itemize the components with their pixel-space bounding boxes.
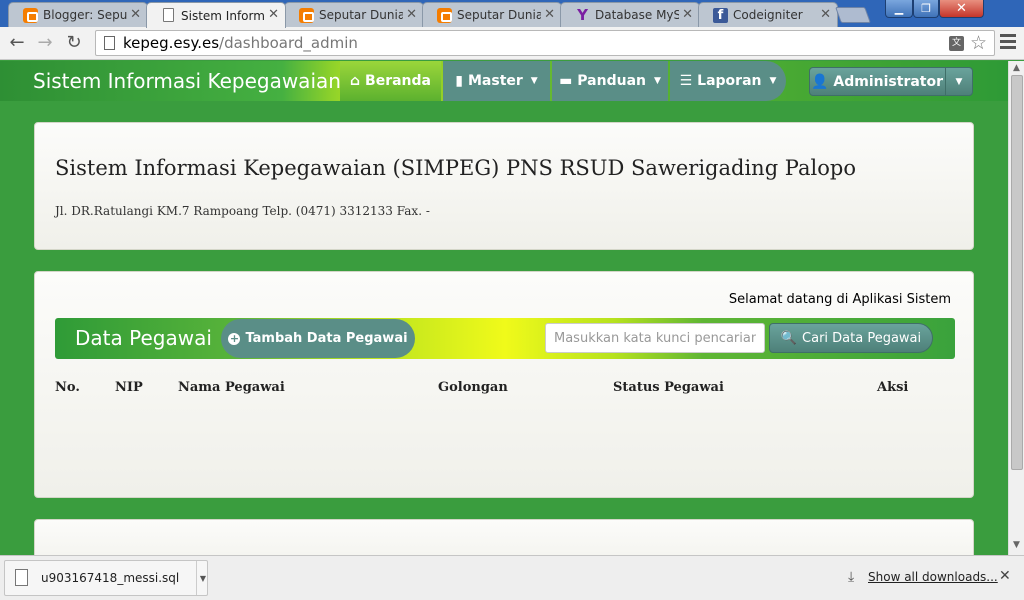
download-arrow-icon: ⤓ xyxy=(848,569,855,585)
column-header-no: No. xyxy=(55,380,80,395)
file-icon xyxy=(15,569,28,586)
download-options-caret-icon[interactable]: ▼ xyxy=(196,561,209,595)
browser-tab-database[interactable]: Y Database MySQ ✕ xyxy=(560,2,700,27)
column-header-nama: Nama Pegawai xyxy=(178,380,285,395)
welcome-text: Selamat datang di Aplikasi Sistem xyxy=(728,292,951,307)
user-dropdown-toggle[interactable]: ▼ xyxy=(945,68,972,95)
data-pegawai-panel: Selamat datang di Aplikasi Sistem Data P… xyxy=(34,271,974,498)
bookmark-star-icon[interactable]: ☆ xyxy=(970,32,987,54)
column-header-nip: NIP xyxy=(115,380,143,395)
browser-tab-seputar-1[interactable]: Seputar Dunia I ✕ xyxy=(284,2,424,27)
caret-down-icon: ▼ xyxy=(769,76,777,86)
search-button[interactable]: 🔍 Cari Data Pegawai xyxy=(769,323,933,353)
maximize-button[interactable]: ❐ xyxy=(913,0,939,18)
blogger-icon xyxy=(23,8,38,23)
browser-tab-codeigniter[interactable]: f Codeigniter ✕ xyxy=(698,2,838,27)
list-icon: ☰ xyxy=(679,73,693,89)
new-tab-button[interactable] xyxy=(835,7,871,23)
scroll-up-arrow-icon[interactable]: ▲ xyxy=(1013,63,1020,73)
scroll-down-arrow-icon[interactable]: ▼ xyxy=(1013,540,1020,550)
column-header-golongan: Golongan xyxy=(438,380,508,395)
nav-label: Panduan xyxy=(577,73,646,89)
search-input[interactable] xyxy=(545,323,765,353)
add-employee-button[interactable]: + Tambah Data Pegawai xyxy=(221,319,415,358)
caret-down-icon: ▼ xyxy=(654,76,661,86)
nav-label: Beranda xyxy=(365,73,431,89)
close-icon[interactable]: ✕ xyxy=(682,7,693,22)
section-title: Data Pegawai xyxy=(75,326,212,350)
facebook-icon: f xyxy=(713,8,728,23)
url-path: /dashboard_admin xyxy=(219,34,358,52)
page-viewport: Sistem Informasi Kepegawaian ⌂ Beranda ▮… xyxy=(0,61,1008,555)
close-icon[interactable]: ✕ xyxy=(406,7,417,22)
search-button-label: Cari Data Pegawai xyxy=(802,330,922,346)
browser-tab-sistem-informasi[interactable]: Sistem Informas ✕ xyxy=(146,2,286,28)
comment-icon: ▬ xyxy=(559,73,573,89)
page-title: Sistem Informasi Kepegawaian (SIMPEG) PN… xyxy=(55,156,856,180)
plus-circle-icon: + xyxy=(228,331,241,345)
address-bar[interactable]: kepeg.esy.es/dashboard_admin 文 ☆ xyxy=(95,30,995,56)
minimize-button[interactable]: ▁ xyxy=(885,0,913,18)
nav-label: Master xyxy=(467,73,523,89)
institution-address: Jl. DR.Ratulangi KM.7 Rampoang Telp. (04… xyxy=(55,204,430,218)
forward-arrow-icon[interactable]: → xyxy=(34,32,56,54)
url-host: kepeg.esy.es xyxy=(123,34,220,52)
caret-down-icon: ▼ xyxy=(530,76,538,86)
download-file-name: u903167418_messi.sql xyxy=(41,571,180,585)
browser-tab-blogger[interactable]: Blogger: Seputa ✕ xyxy=(8,2,148,27)
tab-label: Database MySQ xyxy=(595,8,679,22)
column-header-status: Status Pegawai xyxy=(613,380,724,395)
close-icon[interactable]: ✕ xyxy=(130,7,141,22)
blogger-icon xyxy=(437,8,452,23)
nav-panduan[interactable]: ▬ Panduan ▼ xyxy=(552,61,668,101)
close-icon[interactable]: ✕ xyxy=(544,7,555,22)
tab-label: Seputar Dunia I xyxy=(319,8,403,22)
header-panel: Sistem Informasi Kepegawaian (SIMPEG) PN… xyxy=(34,122,974,250)
blogger-icon xyxy=(299,8,314,23)
tab-label: Codeigniter xyxy=(733,8,803,22)
tab-label: Seputar Dunia I xyxy=(457,8,541,22)
footer-panel xyxy=(34,519,974,555)
page-icon xyxy=(104,36,115,50)
chrome-menu-icon[interactable] xyxy=(1000,34,1016,50)
page-scrollbar[interactable]: ▲ ▼ xyxy=(1008,61,1024,555)
nav-label: Laporan xyxy=(697,73,762,89)
home-icon: ⌂ xyxy=(350,73,361,89)
user-label: Administrator xyxy=(833,73,944,90)
nav-master[interactable]: ▮ Master ▼ xyxy=(443,61,550,101)
close-download-bar-icon[interactable]: ✕ xyxy=(999,568,1011,584)
window-close-button[interactable]: ✕ xyxy=(939,0,984,18)
page-icon xyxy=(163,8,174,22)
user-icon: 👤 xyxy=(810,73,829,90)
user-menu-button[interactable]: 👤 Administrator ▼ xyxy=(809,67,973,96)
download-bar: u903167418_messi.sql ▼ ⤓ Show all downlo… xyxy=(0,555,1024,600)
download-item[interactable]: u903167418_messi.sql ▼ xyxy=(4,560,208,596)
nav-beranda[interactable]: ⌂ Beranda xyxy=(340,61,441,101)
tab-label: Blogger: Seputa xyxy=(43,8,127,22)
book-icon: ▮ xyxy=(455,73,463,89)
browser-tab-strip: Blogger: Seputa ✕ Sistem Informas ✕ Sepu… xyxy=(0,0,1024,28)
nav-laporan[interactable]: ☰ Laporan ▼ xyxy=(670,61,786,101)
column-header-aksi: Aksi xyxy=(877,380,909,395)
data-toolbar: Data Pegawai + Tambah Data Pegawai 🔍 Car… xyxy=(55,318,955,359)
search-icon: 🔍 xyxy=(780,330,798,346)
scrollbar-thumb[interactable] xyxy=(1011,75,1023,470)
show-all-downloads-link[interactable]: Show all downloads... xyxy=(868,570,998,584)
translate-icon[interactable]: 文 xyxy=(949,36,964,51)
yahoo-icon: Y xyxy=(577,6,588,24)
back-arrow-icon[interactable]: ← xyxy=(6,32,28,54)
reload-icon[interactable]: ↻ xyxy=(63,32,85,54)
close-icon[interactable]: ✕ xyxy=(268,7,279,22)
url-text[interactable]: kepeg.esy.es/dashboard_admin xyxy=(123,34,358,52)
browser-tab-seputar-2[interactable]: Seputar Dunia I ✕ xyxy=(422,2,562,27)
site-navbar: Sistem Informasi Kepegawaian ⌂ Beranda ▮… xyxy=(0,61,1008,101)
add-employee-label: Tambah Data Pegawai xyxy=(245,331,408,346)
tab-label: Sistem Informas xyxy=(181,8,265,23)
browser-toolbar: ← → ↻ kepeg.esy.es/dashboard_admin 文 ☆ xyxy=(0,27,1024,60)
close-icon[interactable]: ✕ xyxy=(820,7,831,22)
site-brand[interactable]: Sistem Informasi Kepegawaian xyxy=(33,69,341,93)
